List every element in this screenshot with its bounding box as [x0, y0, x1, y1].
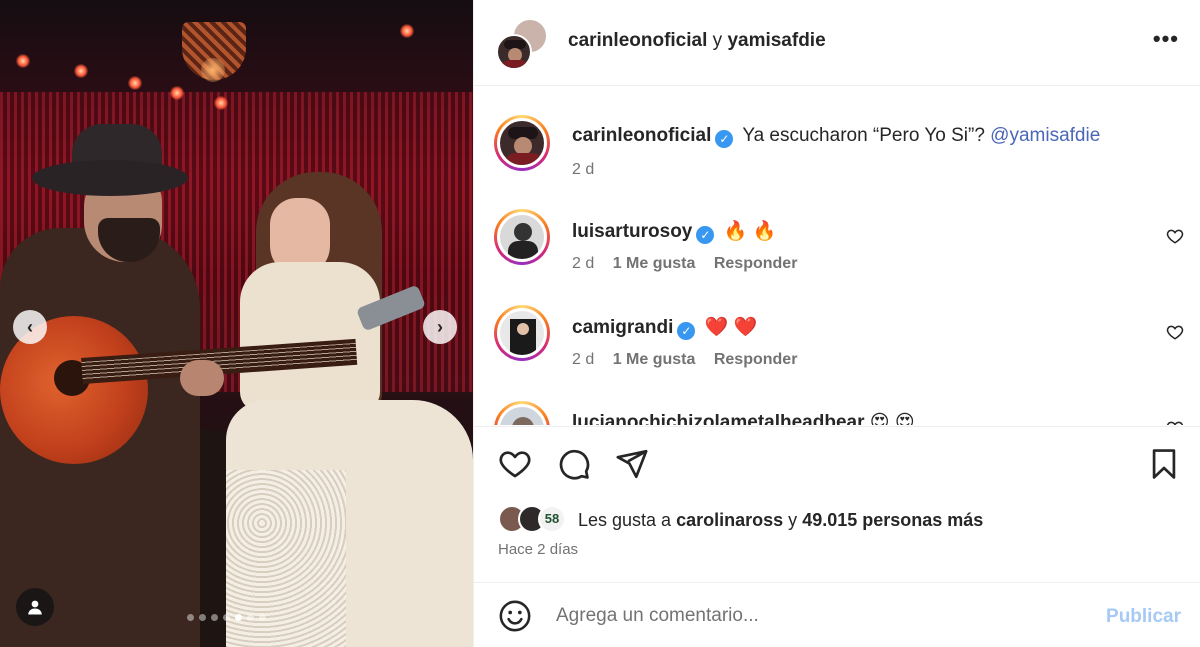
like-heart-icon[interactable] — [498, 447, 532, 481]
tagged-users-button[interactable] — [16, 588, 54, 626]
carousel-dot — [187, 614, 194, 621]
likes-badge: 58 — [538, 505, 566, 533]
chevron-left-icon: ‹ — [27, 316, 33, 337]
comment-username[interactable]: luisarturosoy — [572, 221, 692, 242]
more-options-icon[interactable]: ••• — [1153, 26, 1179, 52]
string-light — [170, 86, 184, 100]
reply-button[interactable]: Responder — [714, 255, 798, 272]
string-light — [74, 64, 88, 78]
comment-likes[interactable]: 1 Me gusta — [613, 255, 696, 272]
string-light — [400, 24, 414, 38]
heart-icon[interactable] — [1166, 323, 1184, 341]
author-joiner: y — [712, 30, 723, 51]
comment-likes[interactable]: 1 Me gusta — [613, 351, 696, 368]
mention-link[interactable]: @yamisafdie — [990, 125, 1100, 146]
cowboy-hat-brim — [32, 160, 188, 196]
emoji-smile-icon[interactable] — [498, 599, 532, 633]
caption: carinleonoficial ✓ Ya escucharon “Pero Yo… — [494, 115, 1184, 185]
avatar[interactable] — [494, 209, 550, 265]
collab-avatars[interactable] — [496, 18, 548, 70]
comment-time[interactable]: 2 d — [572, 161, 594, 178]
comment-item: camigrandi ✓ ❤️ ❤️ 2 d 1 Me gusta Respond… — [494, 305, 1184, 375]
avatar[interactable] — [494, 305, 550, 361]
post-panel: carinleonoficial y yamisafdie ••• carinl… — [473, 0, 1200, 647]
comment-username[interactable]: camigrandi — [572, 317, 673, 338]
avatar — [496, 34, 532, 70]
woman-top — [240, 262, 380, 412]
post-timestamp[interactable]: Hace 2 días — [498, 541, 578, 558]
carousel-dot — [259, 614, 266, 621]
string-light — [128, 76, 142, 90]
heart-icon[interactable] — [1166, 419, 1184, 425]
comment-text: ❤️ ❤️ — [704, 317, 758, 338]
author-link[interactable]: carinleonoficial — [568, 30, 707, 51]
carousel-indicator — [187, 614, 266, 621]
lamp-glow — [201, 58, 225, 82]
comment-item: lucianochichizolametalheadbear 😍 😍 — [494, 401, 1184, 425]
carousel-dot — [223, 614, 230, 621]
add-comment-bar: Publicar — [474, 582, 1200, 647]
comment-time[interactable]: 2 d — [572, 255, 594, 272]
carousel-prev-button[interactable]: ‹ — [13, 310, 47, 344]
author-link[interactable]: yamisafdie — [727, 30, 825, 51]
chevron-right-icon: › — [437, 316, 443, 337]
share-send-icon[interactable] — [615, 447, 649, 481]
carousel-dot — [247, 614, 254, 621]
heart-icon[interactable] — [1166, 227, 1184, 245]
comment-username[interactable]: carinleonoficial — [572, 125, 711, 146]
post-header: carinleonoficial y yamisafdie ••• — [474, 0, 1200, 86]
comment-item: luisarturosoy ✓ 🔥 🔥 2 d 1 Me gusta Respon… — [494, 209, 1184, 279]
verified-icon: ✓ — [715, 130, 734, 148]
reply-button[interactable]: Responder — [714, 351, 798, 368]
bookmark-icon[interactable] — [1147, 447, 1181, 481]
post-authors: carinleonoficial y yamisafdie — [568, 30, 826, 52]
user-icon — [28, 600, 42, 615]
verified-icon: ✓ — [696, 226, 715, 244]
post-actions — [474, 426, 1200, 500]
carousel-dot — [235, 614, 242, 621]
avatar[interactable] — [494, 401, 550, 425]
comments-list[interactable]: carinleonoficial ✓ Ya escucharon “Pero Yo… — [474, 87, 1200, 425]
liker-link[interactable]: carolinaross — [676, 510, 783, 530]
others-likes-link[interactable]: 49.015 personas más — [802, 510, 983, 530]
comment-text: 🔥 🔥 — [723, 221, 777, 242]
string-light — [214, 96, 228, 110]
verified-icon: ✓ — [677, 322, 696, 340]
comment-input[interactable] — [556, 601, 1076, 631]
publish-button[interactable]: Publicar — [1106, 606, 1181, 628]
likes-prefix: Les gusta a — [578, 510, 672, 530]
avatar[interactable] — [494, 115, 550, 171]
carousel-dot — [211, 614, 218, 621]
comment-bubble-icon[interactable] — [557, 447, 591, 481]
comment-text: 😍 😍 — [869, 412, 915, 425]
likes-joiner: y — [788, 510, 798, 530]
carousel-dot — [199, 614, 206, 621]
likes-text: Les gusta a carolinaross y 49.015 person… — [578, 510, 983, 531]
caption-text: Ya escucharon “Pero Yo Si”? — [742, 125, 985, 146]
post-media: ‹ › — [0, 0, 473, 647]
comment-username[interactable]: lucianochichizolametalheadbear — [572, 412, 864, 425]
hand — [180, 360, 224, 396]
carousel-next-button[interactable]: › — [423, 310, 457, 344]
comment-time[interactable]: 2 d — [572, 351, 594, 368]
string-light — [16, 54, 30, 68]
